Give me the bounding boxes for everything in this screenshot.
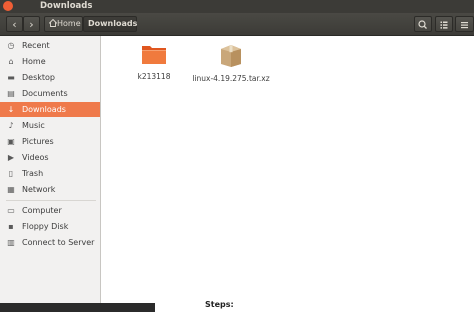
clock-icon: ◷ [7,41,15,50]
sidebar-item-label: Computer [22,206,62,215]
file-item-archive[interactable]: linux-4.19.275.tar.xz [191,42,271,83]
home-icon: ⌂ [8,57,14,66]
toolbar: ‹ › Home Downloads [0,13,474,36]
sidebar-item-label: Home [22,57,46,66]
sidebar-item-label: Downloads [22,105,66,114]
floppy-disk-icon: ▪ [8,222,14,231]
sidebar-item-documents[interactable]: ▤ Documents [0,86,100,101]
network-icon: ▦ [7,185,15,194]
sidebar-item-connect-to-server[interactable]: ▥ Connect to Server [0,235,100,250]
file-view: k213118 linux-4.19.275.tar.xz [101,36,474,303]
sidebar-item-computer[interactable]: ▭ Computer [0,203,100,218]
archive-package-icon [221,45,241,67]
sidebar-item-network[interactable]: ▦ Network [0,182,100,197]
trash-icon: ▯ [8,169,14,178]
search-icon [418,20,427,29]
hamburger-menu-icon [461,22,468,29]
sidebar-item-label: Desktop [22,73,55,82]
sidebar-item-desktop[interactable]: ▬ Desktop [0,70,100,85]
view-toggle-button[interactable] [435,16,453,32]
file-name: linux-4.19.275.tar.xz [192,74,270,83]
sidebar-item-label: Network [22,185,56,194]
file-name: k213118 [137,72,171,81]
back-button[interactable]: ‹ [6,16,23,32]
sidebar-item-downloads[interactable]: ↓ Downloads [0,102,100,117]
computer-icon: ▭ [7,206,15,215]
menu-button[interactable] [455,16,474,32]
sidebar-item-music[interactable]: ♪ Music [0,118,100,133]
sidebar-item-home[interactable]: ⌂ Home [0,54,100,69]
folder-icon [142,46,166,64]
sidebar-item-label: Music [22,121,45,130]
video-icon: ▶ [7,153,15,162]
forward-button[interactable]: › [23,16,40,32]
sidebar-item-videos[interactable]: ▶ Videos [0,150,100,165]
background-panel [0,303,155,312]
file-item-folder[interactable]: k213118 [114,42,194,81]
path-downloads-button[interactable]: Downloads [83,16,137,32]
chevron-right-icon: › [29,18,34,31]
places-sidebar: ◷ Recent ⌂ Home ▬ Desktop ▤ Documents ↓ … [0,36,101,303]
sidebar-item-label: Trash [22,169,44,178]
sidebar-divider [6,200,96,201]
sidebar-item-label: Recent [22,41,50,50]
music-icon: ♪ [8,121,14,130]
list-view-icon [440,21,448,29]
path-downloads-label: Downloads [88,19,138,28]
sidebar-item-trash[interactable]: ▯ Trash [0,166,100,181]
sidebar-item-label: Connect to Server [22,238,95,247]
search-button[interactable] [414,16,432,32]
title-bar: Downloads [0,0,474,13]
sidebar-item-label: Documents [22,89,68,98]
sidebar-item-pictures[interactable]: ▣ Pictures [0,134,100,149]
path-home-button[interactable]: Home [44,16,83,32]
sidebar-item-recent[interactable]: ◷ Recent [0,38,100,53]
background-text: Steps: [205,300,234,309]
close-window-button[interactable] [3,1,13,11]
chevron-left-icon: ‹ [12,18,17,31]
sidebar-item-label: Floppy Disk [22,222,69,231]
server-icon: ▥ [7,238,15,247]
sidebar-item-label: Videos [22,153,49,162]
document-icon: ▤ [7,89,15,98]
sidebar-item-floppy-disk[interactable]: ▪ Floppy Disk [0,219,100,234]
window-title: Downloads [40,1,93,11]
download-arrow-icon: ↓ [7,105,15,114]
sidebar-item-label: Pictures [22,137,54,146]
home-icon [48,18,58,27]
picture-icon: ▣ [7,137,15,146]
file-manager-window: Downloads ‹ › Home Downloads ◷ Recent ⌂ … [0,0,474,303]
path-home-label: Home [57,19,81,28]
desktop-icon: ▬ [7,73,15,82]
